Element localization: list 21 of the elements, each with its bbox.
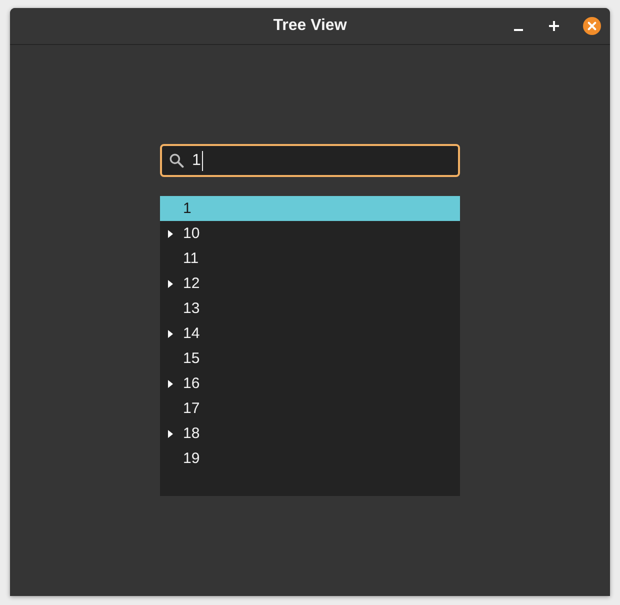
expander-icon[interactable] bbox=[165, 278, 175, 288]
expander-icon[interactable] bbox=[165, 378, 175, 388]
expander-icon[interactable] bbox=[165, 328, 175, 338]
tree-row[interactable]: 18 bbox=[160, 421, 460, 446]
tree-row[interactable]: 13 bbox=[160, 296, 460, 321]
tree-row[interactable]: 16 bbox=[160, 371, 460, 396]
tree-row[interactable]: 10 bbox=[160, 221, 460, 246]
maximize-icon[interactable] bbox=[549, 21, 559, 31]
tree-row[interactable]: 11 bbox=[160, 246, 460, 271]
close-icon[interactable] bbox=[583, 17, 601, 35]
search-icon bbox=[169, 153, 184, 168]
tree-row[interactable]: 19 bbox=[160, 446, 460, 471]
search-field[interactable]: 1 bbox=[160, 144, 460, 177]
expander-icon[interactable] bbox=[165, 228, 175, 238]
tree-row[interactable]: 14 bbox=[160, 321, 460, 346]
tree-row[interactable]: 1 bbox=[160, 196, 460, 221]
window-title: Tree View bbox=[273, 17, 347, 35]
tree-row[interactable]: 17 bbox=[160, 396, 460, 421]
tree-row[interactable]: 15 bbox=[160, 346, 460, 371]
expander-icon[interactable] bbox=[165, 428, 175, 438]
tree-row[interactable]: 12 bbox=[160, 271, 460, 296]
